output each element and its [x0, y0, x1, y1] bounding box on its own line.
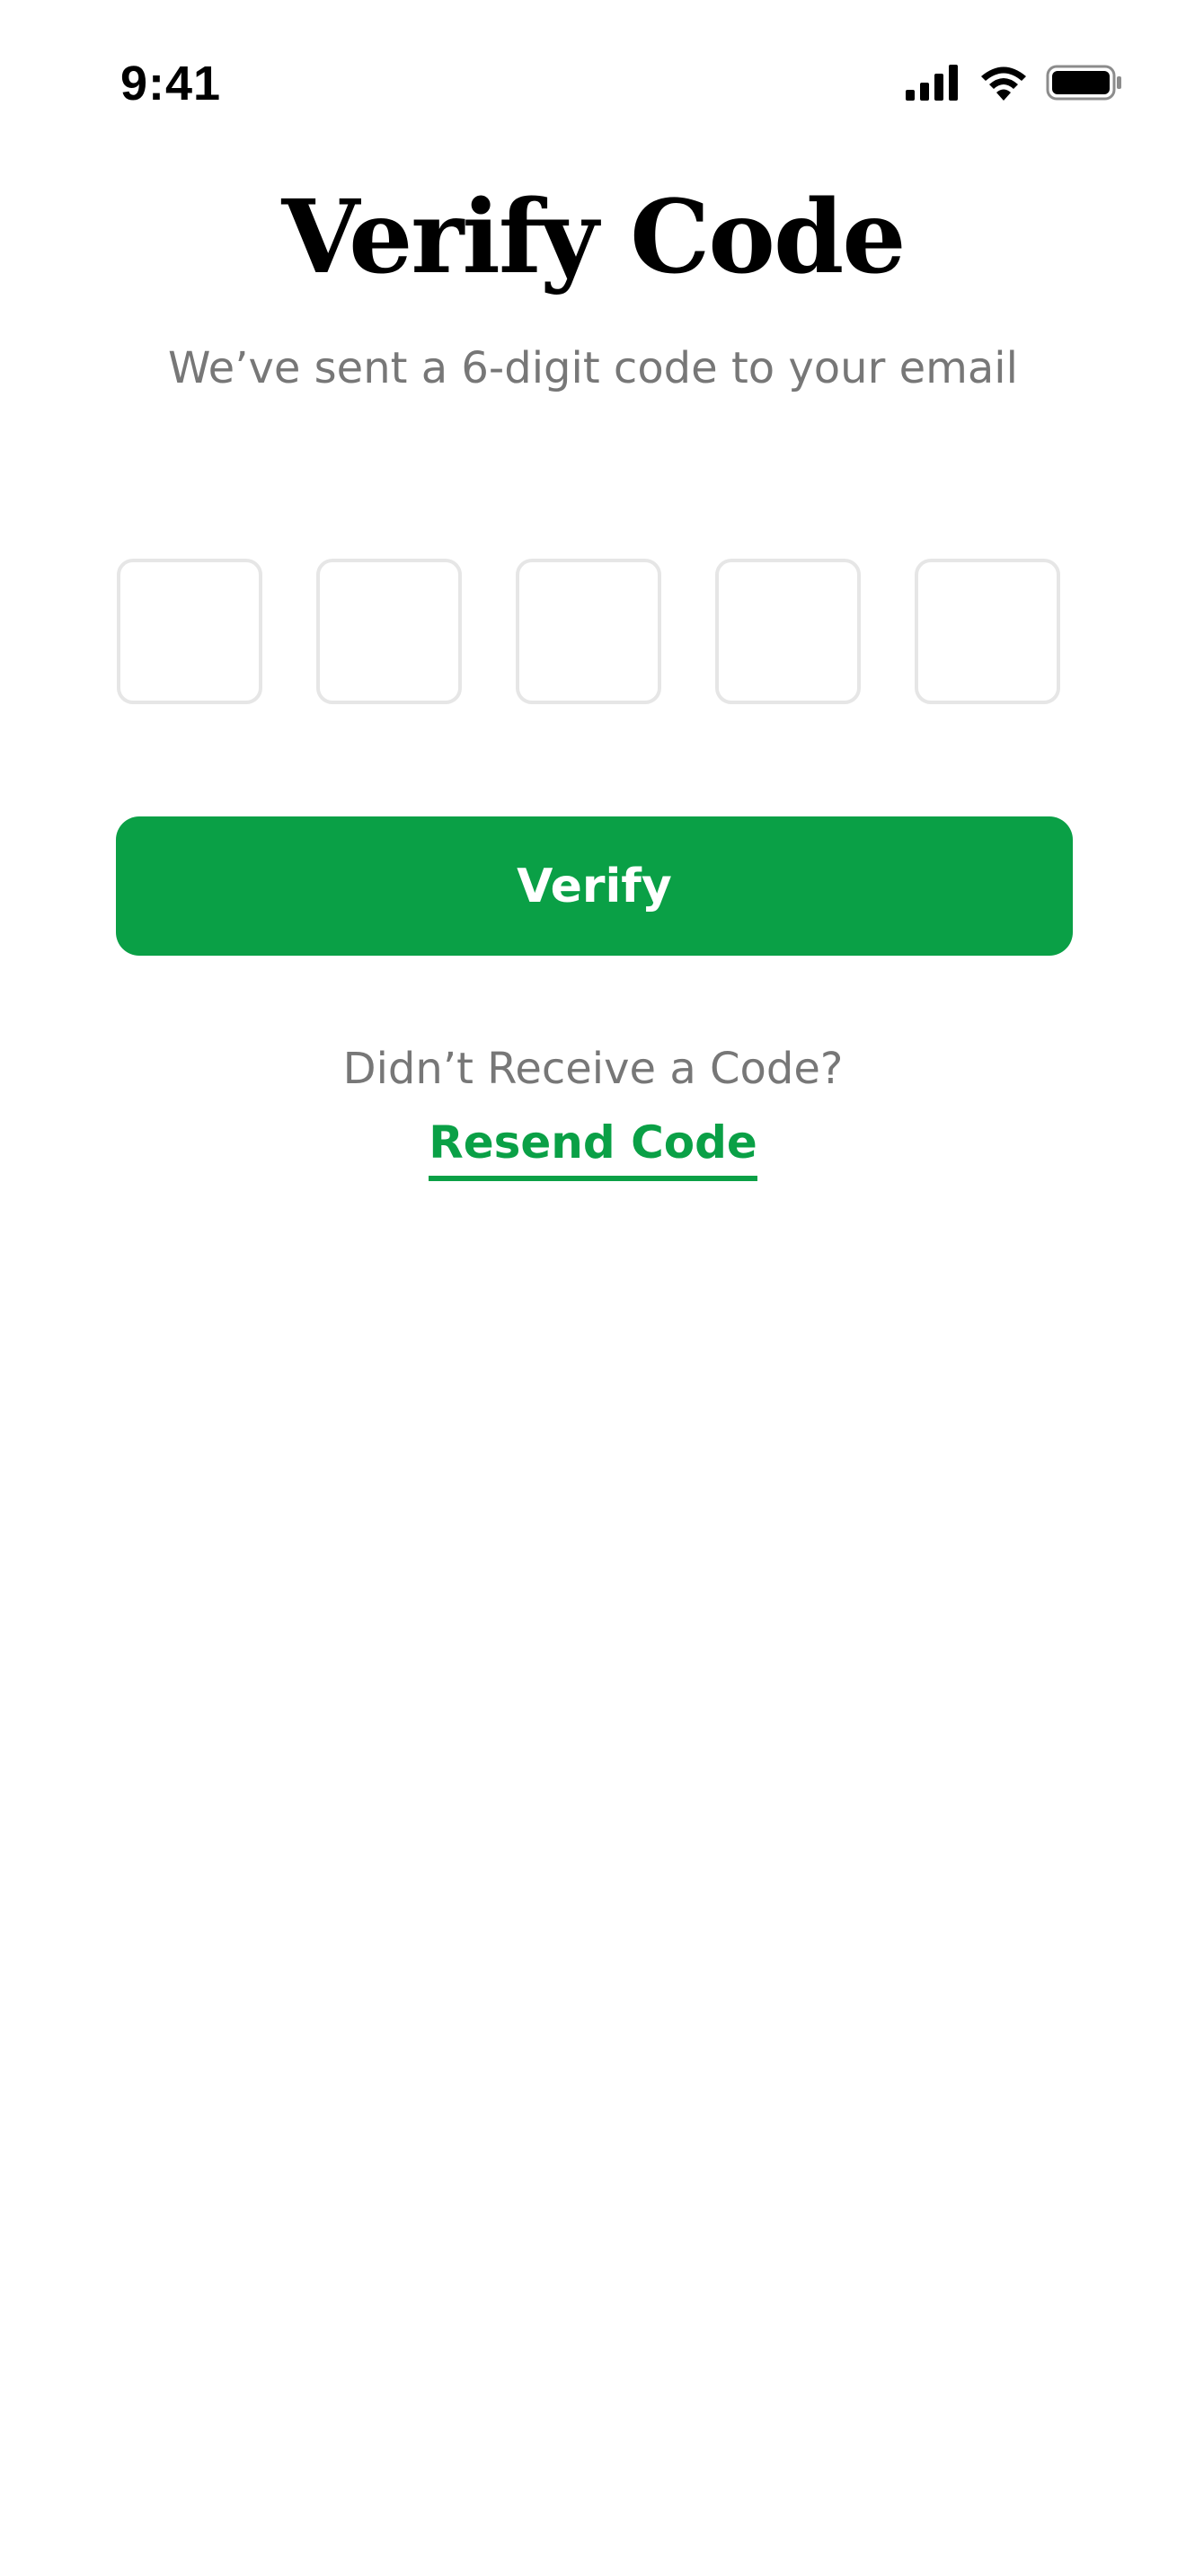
battery-icon — [1046, 65, 1121, 101]
otp-digit-1[interactable] — [117, 559, 262, 704]
status-bar: 9:41 — [0, 0, 1186, 162]
otp-digit-3[interactable] — [516, 559, 661, 704]
page-title: Verify Code — [281, 179, 906, 296]
otp-input-row — [117, 559, 1067, 711]
cellular-signal-icon — [906, 65, 958, 101]
resend-code-link[interactable]: Resend Code — [429, 1111, 757, 1181]
otp-digit-5[interactable] — [915, 559, 1060, 704]
resend-prompt: Didn’t Receive a Code? — [342, 1044, 844, 1094]
otp-digit-2[interactable] — [316, 559, 462, 704]
verify-button[interactable]: Verify — [116, 816, 1073, 956]
otp-digit-4[interactable] — [715, 559, 861, 704]
wifi-icon — [981, 66, 1026, 101]
resend-code-link-row: Resend Code — [0, 1111, 1186, 1181]
page-subtitle: We’ve sent a 6-digit code to your email — [168, 343, 1018, 393]
status-time: 9:41 — [120, 57, 222, 110]
